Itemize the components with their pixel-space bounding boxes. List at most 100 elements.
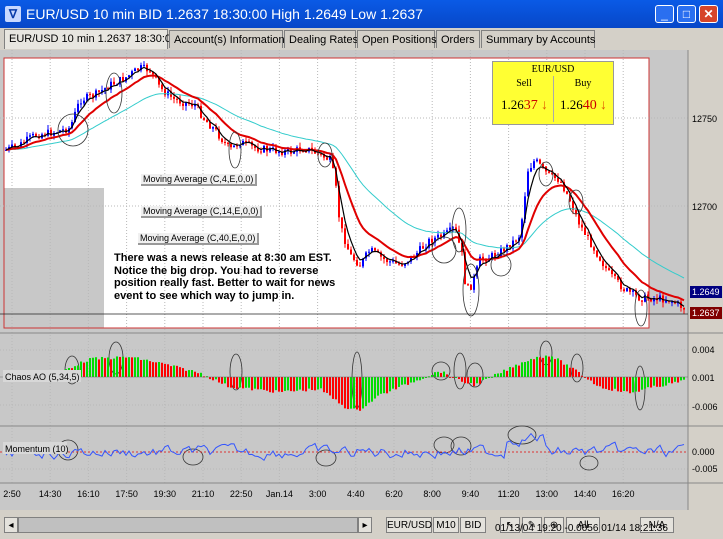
ao-bar	[401, 377, 403, 385]
candle-body	[83, 100, 85, 104]
ao-bar	[185, 370, 187, 377]
ao-bar	[338, 377, 340, 404]
candle-body	[581, 224, 583, 228]
candle-body	[530, 168, 532, 172]
ao-bar	[347, 377, 349, 410]
ao-bar	[500, 373, 502, 377]
chart-area[interactable]: 12750 12700 0.004 0.001 -0.006 0.000 -0.…	[0, 50, 723, 514]
ao-bar	[509, 366, 511, 377]
ao-bar	[152, 362, 154, 377]
mom-tick: 0.000	[692, 447, 715, 457]
buy-label: Buy	[574, 78, 592, 89]
buy-panel[interactable]: Buy 1.2640 ↓	[553, 76, 612, 122]
candle-body	[557, 177, 559, 182]
candle-body	[584, 227, 586, 235]
ao-bar	[131, 357, 133, 377]
sell-price[interactable]: 1.2637 ↓	[495, 97, 553, 114]
scroll-right-button[interactable]: ▸	[358, 517, 372, 533]
time-tick: 17:50	[115, 489, 138, 499]
ao-bar	[227, 377, 229, 388]
maximize-button[interactable]: □	[677, 5, 696, 23]
quote-box[interactable]: EUR/USD Sell 1.2637 ↓ Buy 1.2640 ↓	[492, 61, 614, 125]
side-button[interactable]: BID	[460, 517, 486, 533]
ao-bar	[566, 364, 568, 377]
ao-bar	[116, 356, 118, 377]
ao-bar	[668, 377, 670, 383]
ao-bar	[515, 364, 517, 377]
ao-bar	[431, 375, 433, 377]
ao-bar	[617, 377, 619, 392]
tab-dealing-rates[interactable]: Dealing Rates	[284, 30, 358, 48]
ao-bar	[557, 358, 559, 377]
ao-bar	[233, 377, 235, 389]
sell-panel[interactable]: Sell 1.2637 ↓	[495, 76, 553, 122]
tab-account-information[interactable]: Account(s) Information	[169, 30, 285, 48]
close-button[interactable]: ✕	[699, 5, 718, 23]
ao-bar	[200, 372, 202, 377]
time-tick: 3:00	[309, 489, 327, 499]
price-chart[interactable]: 12750 12700 0.004 0.001 -0.006 0.000 -0.…	[0, 50, 723, 514]
candle-body	[527, 171, 529, 197]
ao-bar	[482, 377, 484, 380]
ao-bar	[110, 359, 112, 377]
tab-open-positions[interactable]: Open Positions	[357, 30, 437, 48]
ao-bar	[434, 372, 436, 377]
candle-body	[245, 140, 247, 142]
candle-body	[608, 268, 610, 271]
ao-bar	[470, 377, 472, 383]
ao-bar	[269, 377, 271, 393]
minimize-button[interactable]: _	[655, 5, 674, 23]
ao-bar	[632, 377, 634, 393]
time-tick: 11:20	[498, 489, 520, 499]
ao-bar	[611, 377, 613, 391]
ao-bar	[536, 356, 538, 377]
candle-body	[593, 247, 595, 251]
candle-body	[665, 300, 667, 303]
candle-body	[431, 238, 433, 243]
candle-body	[203, 117, 205, 120]
down-arrow-icon: ↓	[600, 98, 607, 113]
candle-body	[623, 289, 625, 292]
ao-bar	[671, 377, 673, 384]
horizontal-scrollbar[interactable]	[18, 517, 358, 533]
ao-bar	[83, 362, 85, 377]
ao-bar	[638, 377, 640, 392]
ao-bar	[242, 377, 244, 389]
ao-bar	[641, 377, 643, 390]
candle-body	[533, 161, 535, 169]
ao-bar	[272, 377, 274, 393]
tab-orders[interactable]: Orders	[436, 30, 480, 48]
time-tick: 22:50	[230, 489, 253, 499]
scroll-left-button[interactable]: ◂	[4, 517, 18, 533]
candle-body	[503, 248, 505, 252]
ao-bar	[194, 371, 196, 377]
candle-body	[35, 133, 37, 137]
time-tick: 16:20	[612, 489, 635, 499]
time-tick: 16:10	[77, 489, 100, 499]
ao-bar	[182, 368, 184, 377]
ma4-label: Moving Average (C,4,E,0,0)	[141, 174, 258, 186]
candle-body	[548, 171, 550, 173]
candle-body	[587, 234, 589, 236]
symbol-button[interactable]: EUR/USD	[386, 517, 432, 533]
tab-chart[interactable]: EUR/USD 10 min 1.2637 18:30:00	[4, 29, 177, 49]
ao-bar	[308, 377, 310, 389]
ao-bar	[521, 362, 523, 377]
buy-price-prefix: 1.26	[560, 97, 583, 112]
ao-bar	[665, 377, 667, 386]
period-button[interactable]: M10	[433, 517, 459, 533]
candle-body	[227, 142, 229, 145]
ao-bar	[416, 377, 418, 381]
ao-bar	[371, 377, 373, 402]
time-tick: 6:20	[385, 489, 403, 499]
tab-summary-by-accounts[interactable]: Summary by Accounts	[481, 30, 595, 48]
ao-bar	[305, 377, 307, 392]
candle-body	[161, 84, 163, 90]
candle-body	[89, 93, 91, 95]
ao-bar	[320, 377, 322, 389]
sell-label: Sell	[516, 78, 532, 89]
ao-bar	[503, 369, 505, 377]
buy-price[interactable]: 1.2640 ↓	[554, 97, 612, 114]
candle-body	[470, 284, 472, 290]
time-tick: 9:40	[462, 489, 480, 499]
